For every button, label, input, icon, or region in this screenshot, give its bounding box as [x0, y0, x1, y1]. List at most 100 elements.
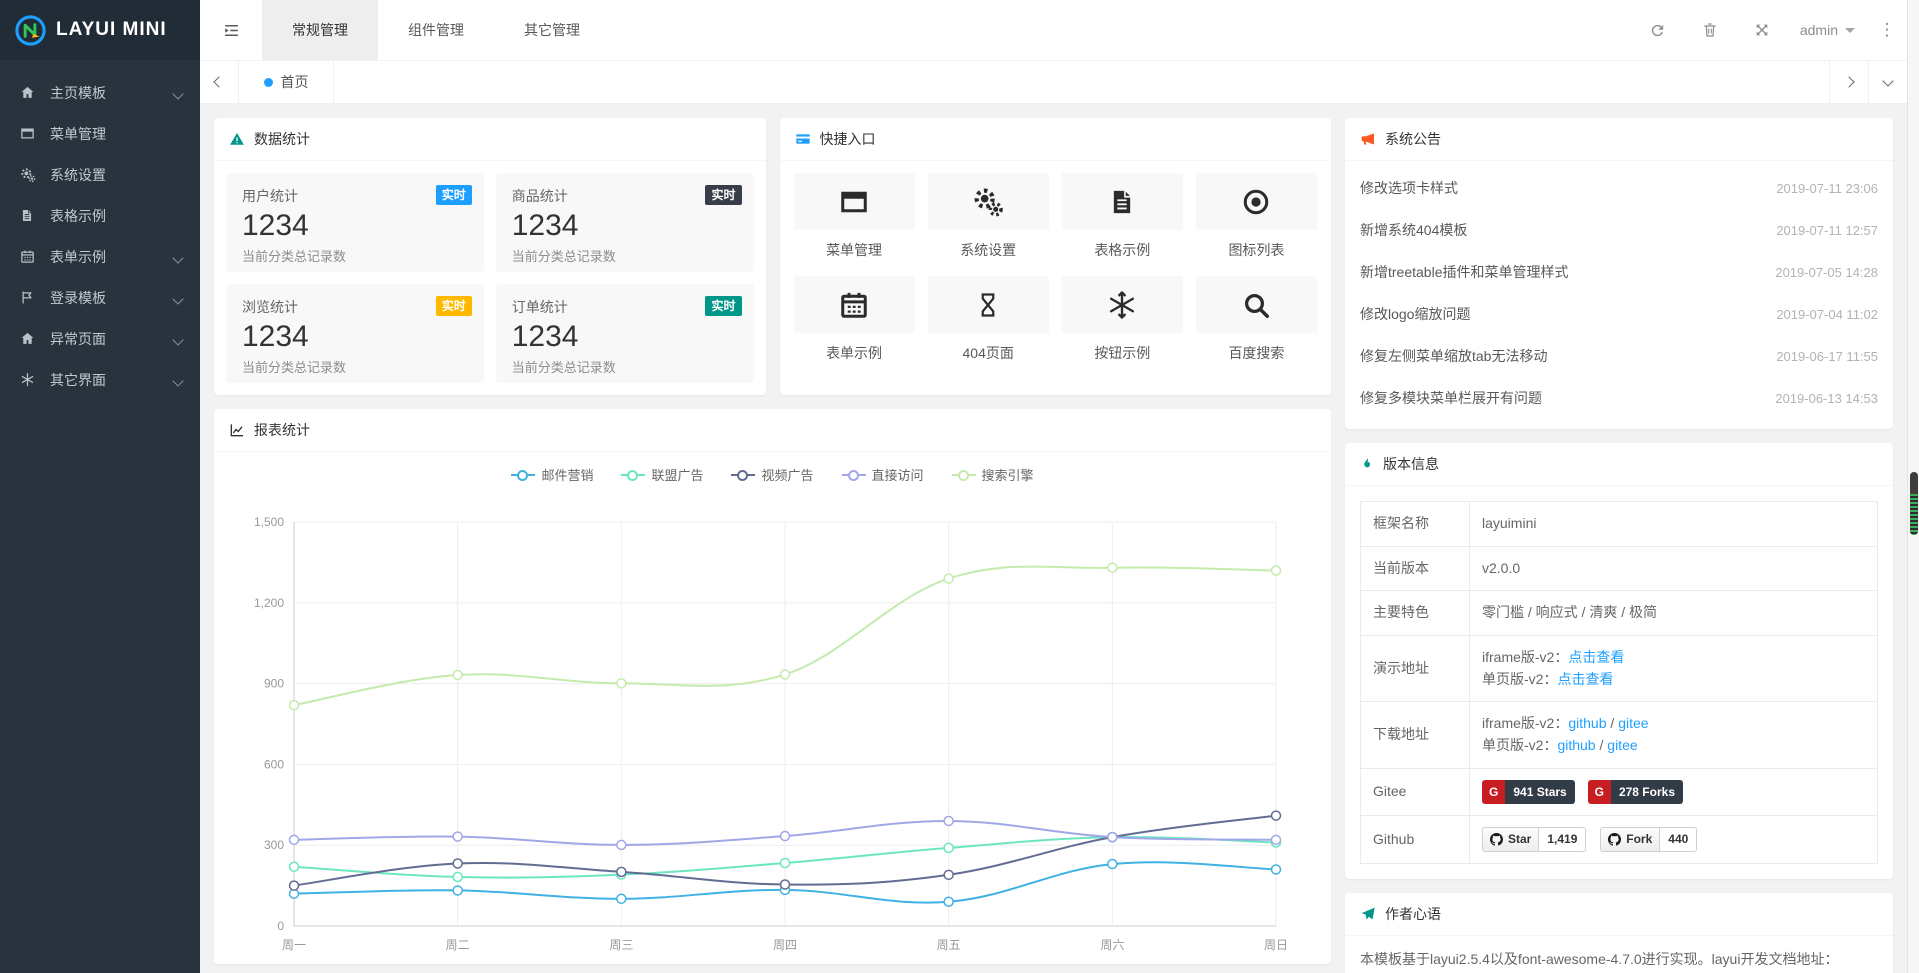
quick-tile-404-page[interactable]: 404页面: [928, 276, 1049, 365]
tab-scroll-left-icon[interactable]: [200, 61, 239, 103]
row-label: 框架名称: [1361, 502, 1470, 547]
card-announcements: 系统公告 修改选项卡样式 2019-07-11 23:06 新增系统404模板 …: [1345, 118, 1893, 429]
scrollbar-thumb[interactable]: [1910, 472, 1918, 535]
status-badge: 实时: [705, 185, 741, 205]
svg-text:周五: 周五: [937, 938, 961, 952]
sidebar-item-home-template[interactable]: 主页模板: [0, 72, 200, 113]
calendar-icon: [839, 290, 869, 320]
file-text-icon: [1108, 188, 1136, 216]
flag-icon: [20, 290, 44, 305]
app-title: LAYUI MINI: [56, 19, 167, 41]
quick-tile-button-demo[interactable]: 按钮示例: [1062, 276, 1183, 365]
nav-tab-regular-manage[interactable]: 常规管理: [262, 0, 378, 60]
legend-label: 视频广告: [761, 465, 813, 484]
gitee-logo-icon: G: [1482, 780, 1505, 805]
quick-tile-form-demo[interactable]: 表单示例: [794, 276, 915, 365]
quick-tile-baidu-search[interactable]: 百度搜索: [1196, 276, 1317, 365]
line-chart-icon: [229, 422, 245, 438]
stat-value: 1234: [242, 320, 468, 354]
app-logo[interactable]: LAYUI MINI: [0, 0, 200, 60]
legend-item[interactable]: 搜索引擎: [952, 465, 1034, 484]
announcement-date: 2019-07-11 12:57: [1776, 223, 1878, 238]
stat-value: 1234: [512, 209, 738, 243]
legend-label: 联盟广告: [651, 465, 703, 484]
more-menu-icon[interactable]: ⋮: [1867, 0, 1907, 60]
tab-operations-dropdown-icon[interactable]: [1868, 61, 1907, 103]
row-label: 下载地址: [1361, 702, 1470, 768]
gears-icon: [972, 186, 1004, 218]
fullscreen-icon[interactable]: [1736, 0, 1788, 60]
tab-label: 首页: [281, 72, 309, 92]
card-title: 作者心语: [1385, 904, 1441, 924]
hourglass-icon: [974, 291, 1002, 319]
quick-tile-menu-manage[interactable]: 菜单管理: [794, 173, 915, 262]
chevron-down-icon: [174, 372, 182, 388]
sidebar-item-form-demo[interactable]: 表单示例: [0, 236, 200, 277]
github-fork-button[interactable]: Fork 440: [1600, 827, 1697, 852]
chevron-down-icon: [174, 331, 182, 347]
announcement-date: 2019-07-11 23:06: [1776, 181, 1878, 196]
main-content: 数据统计 用户统计 实时 1234 当前分类总记录数 商品统计 实时 1234 …: [200, 104, 1907, 973]
credit-card-icon: [795, 131, 811, 147]
author-text-line: 本模板基于layui2.5.4以及font-awesome-4.7.0进行实现。…: [1360, 948, 1878, 972]
clear-cache-trash-icon[interactable]: [1684, 0, 1736, 60]
sidebar-item-label: 登录模板: [50, 288, 106, 308]
refresh-icon[interactable]: [1632, 0, 1684, 60]
demo-link-spa[interactable]: 点击查看: [1557, 671, 1613, 687]
page-scrollbar[interactable]: [1907, 0, 1919, 973]
page-tabbar: 首页: [200, 61, 1907, 104]
legend-item[interactable]: 联盟广告: [621, 465, 703, 484]
announcement-text: 新增treetable插件和菜单管理样式: [1360, 262, 1568, 282]
sidebar-item-label: 菜单管理: [50, 124, 106, 144]
legend-item[interactable]: 视频广告: [731, 465, 813, 484]
gitee-stars-badge[interactable]: G941 Stars: [1482, 780, 1575, 805]
announcement-date: 2019-07-05 14:28: [1775, 265, 1878, 280]
download-link-github[interactable]: github: [1568, 715, 1606, 731]
svg-text:900: 900: [264, 677, 284, 691]
sidebar-item-error-pages[interactable]: 异常页面: [0, 318, 200, 359]
tab-home[interactable]: 首页: [239, 61, 334, 103]
search-icon: [1241, 290, 1271, 320]
download-link-github[interactable]: github: [1557, 737, 1595, 753]
svg-text:600: 600: [264, 757, 284, 771]
legend-item[interactable]: 直接访问: [842, 465, 924, 484]
sidebar-item-login-template[interactable]: 登录模板: [0, 277, 200, 318]
card-data-stats: 数据统计 用户统计 实时 1234 当前分类总记录数 商品统计 实时 1234 …: [214, 118, 766, 395]
svg-text:周六: 周六: [1100, 938, 1124, 952]
sidebar-item-system-settings[interactable]: 系统设置: [0, 154, 200, 195]
row-value: iframe版-v2：点击查看 单页版-v2：点击查看: [1470, 636, 1878, 702]
card-quick-entry: 快捷入口 菜单管理 系统设置 表格示例: [780, 118, 1332, 395]
tab-scroll-right-icon[interactable]: [1829, 61, 1868, 103]
svg-text:周一: 周一: [282, 938, 306, 952]
fire-icon: [1360, 456, 1374, 472]
quick-tile-system-settings[interactable]: 系统设置: [928, 173, 1049, 262]
sidebar-item-menu-manage[interactable]: 菜单管理: [0, 113, 200, 154]
quick-tile-table-demo[interactable]: 表格示例: [1062, 173, 1183, 262]
nav-tab-component-manage[interactable]: 组件管理: [378, 0, 494, 60]
table-row: Gitee G941 Stars G278 Forks: [1361, 768, 1878, 816]
sidebar-item-table-demo[interactable]: 表格示例: [0, 195, 200, 236]
sidebar-item-other-ui[interactable]: 其它界面: [0, 359, 200, 400]
quick-tile-icon-list[interactable]: 图标列表: [1196, 173, 1317, 262]
stat-desc: 当前分类总记录数: [512, 246, 738, 265]
svg-text:周二: 周二: [446, 938, 470, 952]
github-star-button[interactable]: Star 1,419: [1482, 827, 1586, 852]
legend-marker-icon: [621, 470, 645, 480]
chevron-down-icon: [174, 290, 182, 306]
stat-title: 商品统计: [512, 186, 738, 206]
demo-link-iframe[interactable]: 点击查看: [1568, 649, 1624, 665]
download-link-gitee[interactable]: gitee: [1607, 737, 1637, 753]
announcement-text: 修改选项卡样式: [1360, 178, 1458, 198]
nav-tab-other-manage[interactable]: 其它管理: [494, 0, 610, 60]
stat-desc: 当前分类总记录数: [512, 357, 738, 376]
download-link-gitee[interactable]: gitee: [1618, 715, 1648, 731]
chevron-down-icon: [174, 249, 182, 265]
user-dropdown[interactable]: admin: [1788, 22, 1867, 38]
svg-text:1,200: 1,200: [254, 596, 284, 610]
row-value: 零门槛 / 响应式 / 清爽 / 极简: [1470, 591, 1878, 636]
list-item: 新增treetable插件和菜单管理样式 2019-07-05 14:28: [1360, 251, 1878, 293]
legend-item[interactable]: 邮件营销: [511, 465, 593, 484]
sidebar-toggle-icon[interactable]: [200, 0, 262, 60]
announcement-text: 新增系统404模板: [1360, 220, 1467, 240]
gitee-forks-badge[interactable]: G278 Forks: [1588, 780, 1683, 805]
